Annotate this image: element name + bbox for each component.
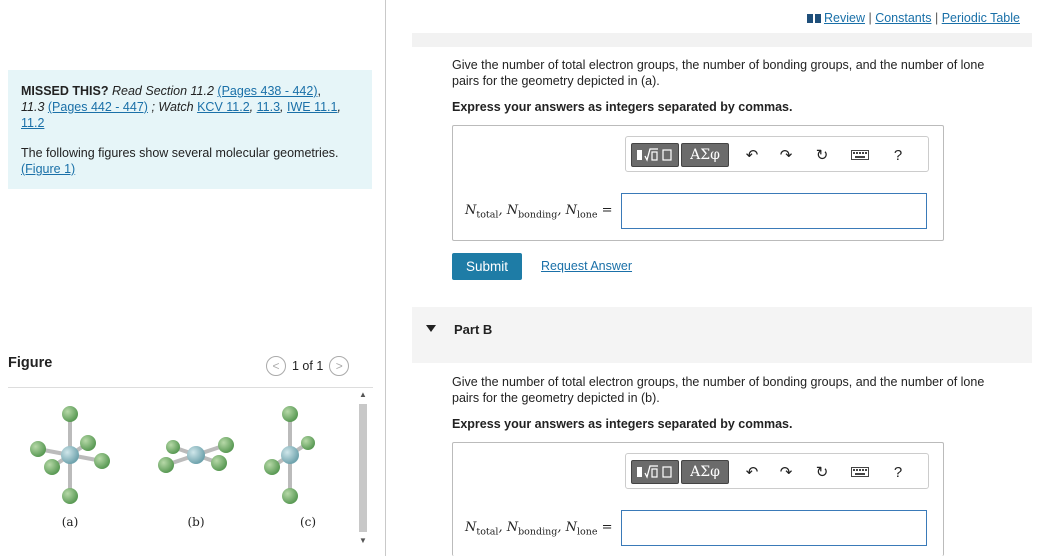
equation-label: Ntotal, Nbonding, Nlone = [465, 520, 613, 538]
part-b-title: Part B [454, 322, 493, 337]
section-11-3-text: 11.3 [21, 100, 45, 114]
templates-icon [637, 465, 672, 479]
separator: | [934, 11, 939, 25]
comma: , [317, 84, 321, 98]
part-a-question: Give the number of total electron groups… [452, 58, 985, 88]
molecule-b [158, 437, 234, 473]
keyboard-icon[interactable] [850, 462, 870, 482]
greek-symbols-button[interactable]: ΑΣφ [681, 143, 729, 167]
part-b-question: Give the number of total electron groups… [452, 375, 985, 405]
figure-pager: < 1 of 1 > [266, 356, 350, 376]
molecule-a [30, 406, 110, 504]
equation-label: Ntotal, Nbonding, Nlone = [465, 203, 613, 221]
keyboard-icon[interactable] [850, 145, 870, 165]
iwe-11-2-link[interactable]: 11.2 [21, 116, 44, 130]
undo-icon[interactable]: ↶ [742, 145, 762, 165]
figure-divider [8, 387, 373, 388]
intro-text: The following figures show several molec… [21, 146, 339, 160]
templates-button[interactable] [631, 460, 679, 484]
caption-b: (b) [187, 515, 204, 529]
scroll-thumb[interactable] [359, 404, 367, 532]
geometry-intro: The following figures show several molec… [21, 145, 361, 177]
scroll-down-icon[interactable]: ▼ [357, 536, 369, 545]
greek-symbols-button[interactable]: ΑΣφ [681, 460, 729, 484]
redo-icon[interactable]: ↷ [776, 145, 796, 165]
prev-figure-button[interactable]: < [266, 356, 286, 376]
templates-icon [637, 148, 672, 162]
missed-this-box: MISSED THIS? Read Section 11.2 (Pages 43… [8, 70, 372, 189]
part-a-answer-input[interactable] [621, 193, 927, 229]
undo-icon[interactable]: ↶ [742, 462, 762, 482]
figure-scrollbar[interactable]: ▲ ▼ [357, 390, 369, 550]
redo-icon[interactable]: ↷ [776, 462, 796, 482]
left-pane: MISSED THIS? Read Section 11.2 (Pages 43… [0, 0, 386, 556]
missed-lead: MISSED THIS? [21, 84, 109, 98]
book-icon [806, 14, 821, 23]
part-a-instruction: Express your answers as integers separat… [452, 100, 793, 114]
caption-c: (c) [300, 515, 316, 529]
caption-a: (a) [62, 515, 79, 529]
figure-1-link[interactable]: (Figure 1) [21, 162, 75, 176]
constants-link[interactable]: Constants [875, 11, 931, 25]
part-b-header[interactable]: Part B [412, 307, 1032, 363]
review-link[interactable]: Review [824, 11, 865, 25]
part-b-instruction: Express your answers as integers separat… [452, 417, 793, 431]
kcv-11-2-link[interactable]: KCV 11.2 [197, 100, 250, 114]
pages-link-2[interactable]: (Pages 442 - 447) [48, 100, 148, 114]
periodic-table-link[interactable]: Periodic Table [942, 11, 1020, 25]
read-section-text: Read Section 11.2 [112, 84, 214, 98]
request-answer-link[interactable]: Request Answer [541, 259, 632, 273]
templates-button[interactable] [631, 143, 679, 167]
watch-text: ; Watch [151, 100, 194, 114]
help-icon[interactable]: ? [888, 462, 908, 482]
missed-this-text: MISSED THIS? Read Section 11.2 (Pages 43… [21, 84, 341, 130]
scroll-up-icon[interactable]: ▲ [357, 390, 369, 399]
top-links: Review | Constants | Periodic Table [806, 11, 1020, 25]
part-b-answer-input[interactable] [621, 510, 927, 546]
molecular-geometry-figure: (a) (b) (c) [30, 406, 316, 529]
math-toolbar-b: ΑΣφ ↶ ↷ ↻ ? [625, 453, 929, 489]
right-pane: Review | Constants | Periodic Table Give… [386, 0, 1044, 556]
next-figure-button[interactable]: > [329, 356, 350, 376]
math-toolbar: ΑΣφ ↶ ↷ ↻ ? [625, 136, 929, 172]
figure-heading: Figure [8, 355, 53, 371]
iwe-11-1-link[interactable]: IWE 11.1 [287, 100, 337, 114]
help-icon[interactable]: ? [888, 145, 908, 165]
part-a-header-band [412, 33, 1032, 47]
pages-link-1[interactable]: (Pages 438 - 442) [217, 84, 317, 98]
part-b-answer-box: ΑΣφ ↶ ↷ ↻ ? Ntotal, Nbonding, Nlone = [452, 442, 944, 556]
kcv-11-3-link[interactable]: 11.3 [257, 100, 280, 114]
reset-icon[interactable]: ↻ [812, 462, 832, 482]
pager-text: 1 of 1 [292, 359, 324, 373]
reset-icon[interactable]: ↻ [812, 145, 832, 165]
separator: | [868, 11, 872, 25]
molecule-c [264, 406, 315, 504]
submit-button[interactable]: Submit [452, 253, 522, 280]
part-a-answer-box: ΑΣφ ↶ ↷ ↻ ? Ntotal, Nbonding, Nlone = [452, 125, 944, 241]
collapse-triangle-icon[interactable] [426, 325, 436, 332]
